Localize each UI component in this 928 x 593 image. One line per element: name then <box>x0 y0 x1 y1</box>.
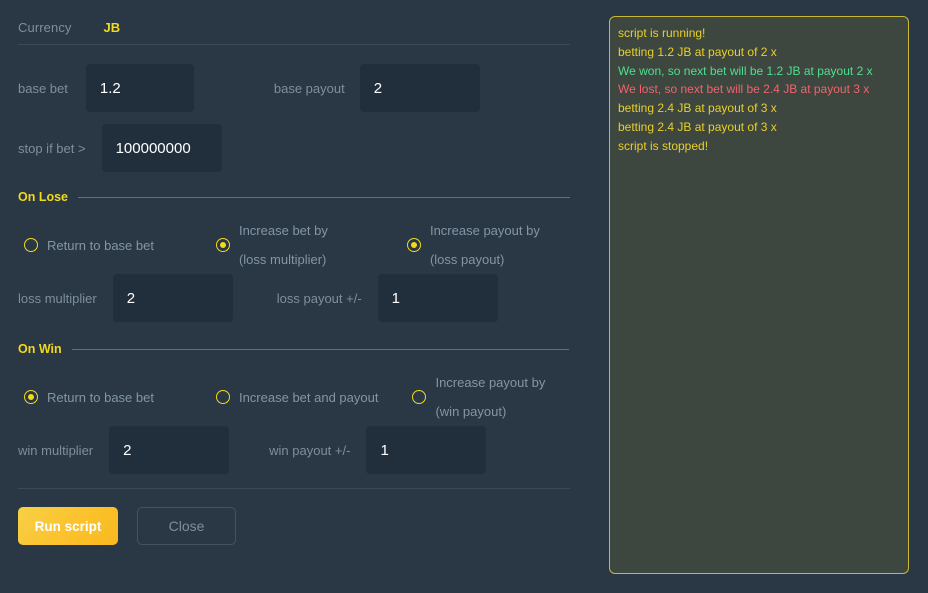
log-line: script is stopped! <box>618 138 709 153</box>
stop-if-bet-input[interactable] <box>101 124 222 172</box>
log-line: We lost, so next bet will be 2.4 JB at p… <box>618 82 870 97</box>
script-console-log[interactable]: script is running! betting 1.2 JB at payo… <box>609 16 909 574</box>
base-payout-input[interactable] <box>359 64 480 112</box>
divider-top <box>18 44 570 45</box>
loss-payout-label: loss payout +/- <box>276 290 362 306</box>
radio-icon[interactable] <box>215 390 230 404</box>
win-payout-input[interactable] <box>366 426 487 474</box>
log-lines-container: script is running! betting 1.2 JB at payo… <box>618 24 900 156</box>
on-lose-option-return-to-base-bet[interactable]: Return to base bet <box>24 231 154 260</box>
radio-icon[interactable] <box>215 238 230 252</box>
loss-payout-input[interactable] <box>377 274 498 322</box>
on-win-option-increase-payout[interactable]: Increase payout by (win payout) <box>412 368 560 426</box>
radio-icon[interactable] <box>412 390 427 404</box>
loss-multiplier-input[interactable] <box>112 274 233 322</box>
on-win-rule <box>71 348 569 350</box>
log-line: script is running! <box>618 26 706 40</box>
divider-footer <box>18 488 570 489</box>
radio-icon[interactable] <box>24 238 38 252</box>
on-lose-section-header: On Lose <box>18 190 570 204</box>
loss-values-row: loss multiplier loss payout +/- <box>18 270 570 326</box>
win-multiplier-input[interactable] <box>109 426 230 474</box>
base-bet-input[interactable] <box>85 64 194 112</box>
win-multiplier-label: win multiplier <box>18 442 94 458</box>
radio-icon[interactable] <box>24 390 38 404</box>
on-win-option-label: Return to base bet <box>47 389 154 405</box>
currency-value[interactable]: JB <box>104 20 121 35</box>
on-win-option-increase-bet-and-payout[interactable]: Increase bet and payout <box>215 383 379 412</box>
script-editor-dialog: Currency JB base bet base payout stop if… <box>0 0 928 593</box>
on-win-option-label: Increase payout by (win payout) <box>435 375 546 419</box>
radio-icon[interactable] <box>406 238 421 252</box>
currency-label: Currency <box>18 19 72 35</box>
loss-multiplier-label: loss multiplier <box>18 290 97 306</box>
on-win-section-header: On Win <box>18 342 570 356</box>
settings-panel: Currency JB base bet base payout stop if… <box>0 0 600 593</box>
log-line: We won, so next bet will be 1.2 JB at pa… <box>618 63 873 78</box>
win-values-row: win multiplier win payout +/- <box>18 422 570 478</box>
win-payout-label: win payout +/- <box>269 442 351 458</box>
on-win-option-return-to-base-bet[interactable]: Return to base bet <box>24 383 154 412</box>
close-button[interactable]: Close <box>137 507 236 545</box>
log-line: betting 1.2 JB at payout of 2 x <box>618 44 777 59</box>
base-bet-row: base bet base payout <box>18 58 570 118</box>
on-lose-option-label: Increase payout by (loss payout) <box>429 223 540 267</box>
on-lose-option-label: Increase bet by (loss multiplier) <box>238 223 328 267</box>
currency-row: Currency JB <box>18 0 570 44</box>
stop-if-bet-row: stop if bet > <box>18 118 570 178</box>
on-lose-option-label: Return to base bet <box>47 237 154 253</box>
on-lose-option-increase-payout[interactable]: Increase payout by (loss payout) <box>406 216 555 274</box>
dialog-actions: Run script Close <box>18 507 570 545</box>
run-script-button[interactable]: Run script <box>18 507 118 545</box>
on-win-option-label: Increase bet and payout <box>238 389 379 405</box>
on-win-heading: On Win <box>18 342 62 356</box>
base-payout-label: base payout <box>273 80 345 96</box>
on-lose-rule <box>78 196 570 198</box>
stop-if-bet-label: stop if bet > <box>18 140 86 156</box>
on-lose-option-increase-bet[interactable]: Increase bet by (loss multiplier) <box>215 216 351 274</box>
base-bet-label: base bet <box>18 80 68 96</box>
log-line: betting 2.4 JB at payout of 3 x <box>618 119 777 134</box>
log-line: betting 2.4 JB at payout of 3 x <box>618 101 777 116</box>
on-lose-heading: On Lose <box>18 190 69 204</box>
